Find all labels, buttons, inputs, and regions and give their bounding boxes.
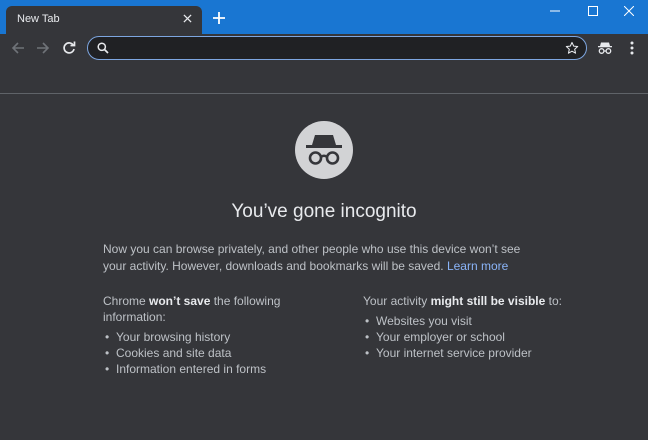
minimize-icon[interactable] (536, 0, 574, 22)
bookmarks-bar (0, 62, 648, 94)
might-visible-suffix: to: (545, 294, 562, 308)
forward-arrow-icon[interactable] (33, 38, 53, 58)
reload-icon[interactable] (59, 38, 79, 58)
toolbar (0, 34, 648, 62)
list-item: Information entered in forms (103, 361, 343, 377)
might-visible-title: Your activity might still be visible to: (363, 293, 603, 309)
incognito-page: You’ve gone incognito Now you can browse… (0, 95, 648, 440)
learn-more-link[interactable]: Learn more (447, 259, 508, 273)
tab-new-tab[interactable]: New Tab (6, 6, 202, 34)
intro-text: Now you can browse privately, and other … (103, 241, 543, 275)
address-input[interactable] (116, 39, 556, 57)
list-item: Websites you visit (363, 313, 603, 329)
list-item: Your internet service provider (363, 345, 603, 361)
star-icon[interactable] (564, 40, 580, 56)
list-item: Your employer or school (363, 329, 603, 345)
wont-save-prefix: Chrome (103, 294, 150, 308)
close-icon[interactable] (180, 11, 194, 25)
wont-save-section: Chrome won’t save the following informat… (103, 293, 343, 377)
might-visible-section: Your activity might still be visible to:… (363, 293, 603, 361)
tab-title: New Tab (17, 13, 60, 25)
back-arrow-icon[interactable] (8, 38, 28, 58)
might-visible-bold: might still be visible (430, 294, 546, 308)
title-bar: New Tab (0, 0, 648, 34)
might-visible-prefix: Your activity (363, 294, 431, 308)
plus-icon[interactable] (209, 8, 229, 28)
window-close-icon[interactable] (610, 0, 648, 22)
list-item: Your browsing history (103, 329, 343, 345)
might-visible-list: Websites you visit Your employer or scho… (363, 313, 603, 361)
page-title: You’ve gone incognito (231, 201, 417, 222)
wont-save-bold: won’t save (149, 294, 211, 308)
search-icon (96, 41, 110, 55)
wont-save-title: Chrome won’t save the following informat… (103, 293, 343, 325)
omnibox[interactable] (87, 36, 587, 60)
incognito-icon[interactable] (595, 38, 615, 58)
list-item: Cookies and site data (103, 345, 343, 361)
maximize-icon[interactable] (574, 0, 612, 22)
more-vert-icon[interactable] (622, 38, 642, 58)
incognito-logo-icon (295, 121, 353, 179)
wont-save-list: Your browsing history Cookies and site d… (103, 329, 343, 377)
